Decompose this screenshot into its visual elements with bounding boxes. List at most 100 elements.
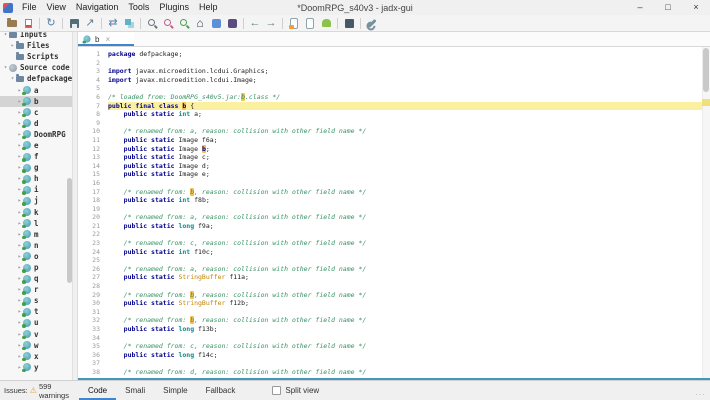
code-line-15[interactable]: public static Image e; (108, 170, 710, 179)
code-line-13[interactable]: public static Image c; (108, 153, 710, 162)
code-line-31[interactable] (108, 308, 710, 317)
tree-item-r[interactable]: r (0, 284, 72, 295)
navigate-back-icon[interactable]: ← (247, 16, 263, 31)
code-line-14[interactable]: public static Image d; (108, 162, 710, 171)
tree-item-q[interactable]: q (0, 273, 72, 284)
code-line-6[interactable]: /* loaded from: DoomRPG_s40v5.jar:b.clas… (108, 92, 710, 102)
issues-status[interactable]: Issues: ⚠ 599 warnings (0, 381, 79, 400)
adb-debug-icon[interactable] (302, 16, 318, 31)
tree-item-inputs[interactable]: Inputs (0, 32, 72, 40)
flat-packages-icon[interactable] (121, 16, 137, 31)
tree-item-y[interactable]: y (0, 362, 72, 373)
code-line-1[interactable]: package defpackage; (108, 50, 710, 59)
tree-item-g[interactable]: g (0, 162, 72, 173)
code-line-21[interactable]: public static long f9a; (108, 222, 710, 231)
chevron-icon[interactable] (9, 75, 16, 82)
code-line-3[interactable]: import javax.microedition.lcdui.Graphics… (108, 67, 710, 76)
tree-item-d[interactable]: d (0, 118, 72, 129)
menu-navigation[interactable]: Navigation (71, 0, 124, 15)
code-line-20[interactable]: /* renamed from: a, reason: collision wi… (108, 213, 710, 222)
split-view-option[interactable]: Split view (272, 381, 319, 400)
code-line-16[interactable] (108, 179, 710, 188)
add-files-icon[interactable] (20, 16, 36, 31)
tree-item-f[interactable]: f (0, 151, 72, 162)
editor-tab-b[interactable]: b × (78, 32, 134, 46)
code-line-2[interactable] (108, 59, 710, 68)
chevron-icon[interactable] (2, 64, 9, 71)
deobfuscation-icon[interactable] (286, 16, 302, 31)
tree-item-n[interactable]: n (0, 240, 72, 251)
code-line-19[interactable] (108, 205, 710, 214)
tree-item-h[interactable]: h (0, 173, 72, 184)
class-search-icon[interactable] (160, 16, 176, 31)
tree-item-c[interactable]: c (0, 107, 72, 118)
code-line-33[interactable]: public static long f13b; (108, 325, 710, 334)
code-line-24[interactable]: public static int f10c; (108, 248, 710, 257)
tree-item-k[interactable]: k (0, 207, 72, 218)
split-view-checkbox[interactable] (272, 386, 282, 395)
tree-item-source-code[interactable]: Source code (0, 62, 72, 73)
minimize-button[interactable]: – (626, 0, 654, 15)
code-line-23[interactable]: /* renamed from: c, reason: collision wi… (108, 239, 710, 248)
chevron-icon[interactable] (2, 32, 9, 38)
code-line-34[interactable] (108, 334, 710, 343)
code-line-32[interactable]: /* renamed from: b, reason: collision wi… (108, 316, 710, 325)
java-panel-icon[interactable] (208, 16, 224, 31)
code-line-26[interactable]: /* renamed from: a, reason: collision wi… (108, 265, 710, 274)
menu-help[interactable]: Help (194, 0, 223, 15)
editor-scrollbar[interactable] (702, 47, 710, 378)
tree-item-files[interactable]: Files (0, 40, 72, 51)
code-area[interactable]: 1 2 3 4 5 6 7 8 9 10 11 12 13 14 15 16 17 18 19 20 21 22 23 24 2… (78, 47, 710, 380)
code-line-36[interactable]: public static long f14c; (108, 351, 710, 360)
comment-search-icon[interactable] (176, 16, 192, 31)
reload-icon[interactable]: ↻ (43, 16, 59, 31)
code-line-37[interactable] (108, 359, 710, 368)
tree-item-a[interactable]: a (0, 84, 72, 96)
code-line-4[interactable]: import javax.microedition.lcdui.Image; (108, 76, 710, 85)
code-line-30[interactable]: public static StringBuffer f12b; (108, 299, 710, 308)
tree-item-s[interactable]: s (0, 295, 72, 306)
tree-item-u[interactable]: u (0, 317, 72, 328)
code-line-29[interactable]: /* renamed from: b, reason: collision wi… (108, 290, 710, 300)
navigate-forward-icon[interactable]: → (263, 16, 279, 31)
tree-item-l[interactable]: l (0, 218, 72, 229)
code-line-28[interactable] (108, 282, 710, 291)
bottom-tab-simple[interactable]: Simple (154, 381, 196, 400)
code-line-8[interactable]: public static int a; (108, 110, 710, 119)
open-file-icon[interactable] (4, 16, 20, 31)
menu-plugins[interactable]: Plugins (154, 0, 194, 15)
smali-panel-icon[interactable] (224, 16, 240, 31)
code-line-9[interactable] (108, 119, 710, 128)
code-line-10[interactable]: /* renamed from: a, reason: collision wi… (108, 127, 710, 136)
tree-item-doomrpg[interactable]: DoomRPG (0, 129, 72, 140)
main-activity-icon[interactable]: ⌂ (192, 16, 208, 31)
tree-item-e[interactable]: e (0, 140, 72, 151)
code-line-12[interactable]: public static Image b; (108, 144, 710, 154)
preferences-wrench-icon[interactable] (364, 16, 380, 31)
text-search-icon[interactable] (144, 16, 160, 31)
quark-analysis-icon[interactable] (318, 16, 334, 31)
menu-tools[interactable]: Tools (123, 0, 154, 15)
chevron-icon[interactable] (9, 42, 16, 49)
tree-item-p[interactable]: p (0, 262, 72, 273)
log-viewer-icon[interactable] (341, 16, 357, 31)
tree-item-v[interactable]: v (0, 329, 72, 340)
tab-close-icon[interactable]: × (105, 35, 110, 44)
tree-item-o[interactable]: o (0, 251, 72, 262)
code-line-27[interactable]: public static StringBuffer f11a; (108, 273, 710, 282)
tree-item-defpackage[interactable]: defpackage (0, 73, 72, 84)
editor-scrollbar-thumb[interactable] (703, 48, 709, 92)
tree-item-b[interactable]: b (0, 95, 72, 107)
tree-item-i[interactable]: i (0, 184, 72, 195)
code-line-38[interactable]: /* renamed from: d, reason: collision wi… (108, 368, 710, 377)
code-line-17[interactable]: /* renamed from: b, reason: collision wi… (108, 187, 710, 197)
tree-scrollbar[interactable] (67, 32, 72, 380)
code-line-25[interactable] (108, 256, 710, 265)
maximize-button[interactable]: □ (654, 0, 682, 15)
menu-view[interactable]: View (42, 0, 71, 15)
resize-grip-icon[interactable] (695, 390, 706, 399)
code-line-11[interactable]: public static Image f6a; (108, 136, 710, 145)
bottom-tab-smali[interactable]: Smali (116, 381, 154, 400)
code-line-7[interactable]: public final class b { (108, 101, 710, 111)
tree-item-j[interactable]: j (0, 195, 72, 206)
